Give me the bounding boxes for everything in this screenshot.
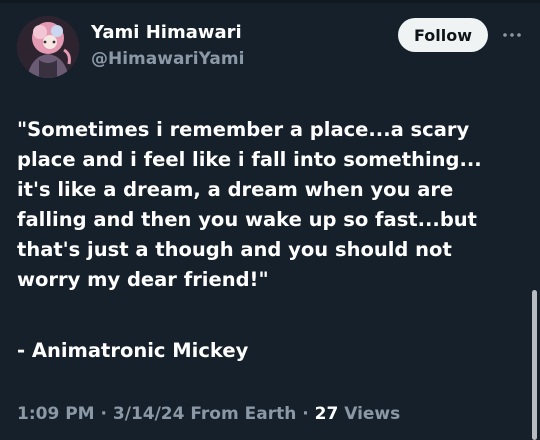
tweet-line: "Sometimes i remember a place...a scary	[17, 118, 470, 141]
tweet-line: worry my dear friend!"	[17, 268, 269, 291]
avatar-image	[17, 16, 79, 78]
scrollbar[interactable]	[532, 290, 537, 440]
tweet-line: place and i feel like i fall into someth…	[17, 148, 482, 171]
tweet-line: it's like a dream, a dream when you are	[17, 178, 454, 201]
user-handle[interactable]: @HimawariYami	[91, 49, 244, 69]
display-name[interactable]: Yami Himawari	[91, 22, 242, 43]
more-horizontal-icon	[503, 33, 521, 37]
avatar[interactable]	[17, 16, 79, 78]
meta-separator: ·	[302, 404, 309, 424]
tweet-time[interactable]: 1:09 PM	[17, 404, 95, 424]
views-count[interactable]: 27	[315, 404, 339, 424]
meta-separator: ·	[100, 404, 107, 424]
more-options-button[interactable]	[498, 24, 526, 46]
tweet-line: falling and then you wake up so fast...b…	[17, 208, 478, 231]
views-label[interactable]: Views	[344, 404, 400, 424]
tweet-signature: - Animatronic Mickey	[17, 339, 249, 362]
tweet-text: "Sometimes i remember a place...a scary …	[17, 115, 522, 295]
tweet-location: From Earth	[190, 404, 297, 424]
tweet-line: that's just a though and you should not	[17, 238, 452, 261]
tweet-meta: 1:09 PM · 3/14/24 From Earth · 27 Views	[17, 404, 400, 424]
follow-button[interactable]: Follow	[398, 18, 488, 52]
tweet-date[interactable]: 3/14/24	[113, 404, 185, 424]
top-edge	[0, 0, 540, 3]
